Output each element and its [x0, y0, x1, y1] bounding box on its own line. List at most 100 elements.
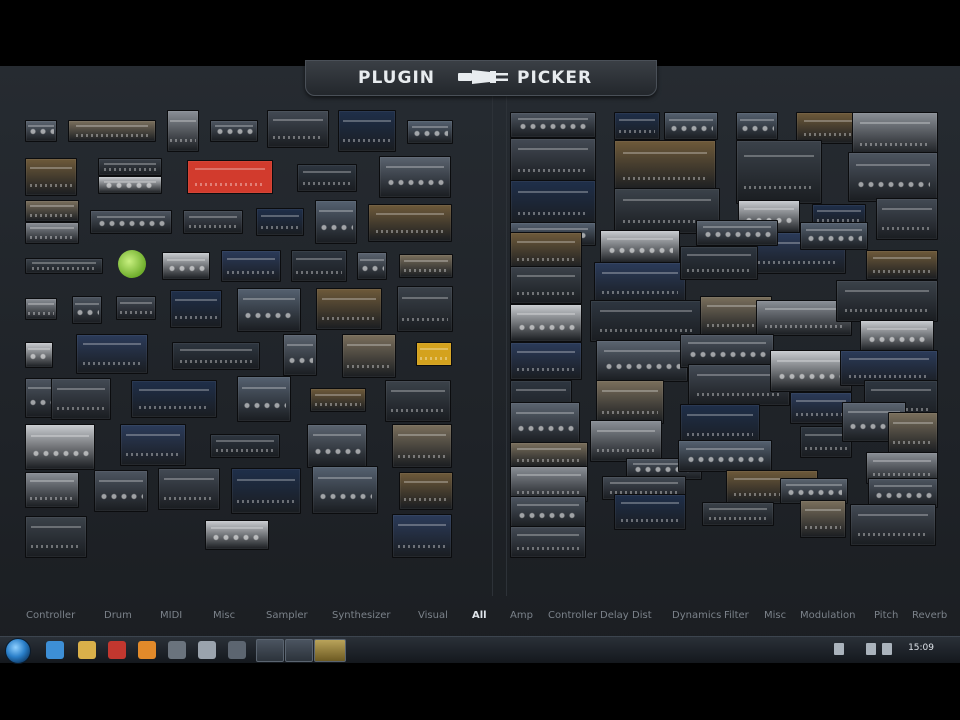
generator-plugin-thumbnail[interactable]: [357, 252, 387, 280]
effect-plugin-thumbnail[interactable]: [696, 220, 778, 246]
category-tab-misc-3[interactable]: Misc: [213, 610, 235, 621]
generator-plugin-thumbnail[interactable]: [267, 110, 329, 148]
tray-network-icon[interactable]: [834, 643, 844, 655]
effect-plugin-thumbnail[interactable]: [860, 320, 934, 352]
effect-plugin-thumbnail[interactable]: [888, 412, 938, 454]
category-tab-modulation-15[interactable]: Modulation: [800, 610, 856, 621]
generator-plugin-thumbnail[interactable]: [310, 388, 366, 412]
category-tab-controller-0[interactable]: Controller: [26, 610, 75, 621]
effect-plugin-thumbnail[interactable]: [510, 304, 582, 342]
generator-plugin-thumbnail[interactable]: [407, 120, 453, 144]
category-tab-misc-14[interactable]: Misc: [764, 610, 786, 621]
effect-plugin-thumbnail[interactable]: [852, 112, 938, 156]
start-orb-icon[interactable]: [5, 638, 31, 664]
effect-plugin-thumbnail[interactable]: [600, 230, 680, 264]
category-tab-delay-10[interactable]: Delay: [600, 610, 629, 621]
generator-plugin-thumbnail[interactable]: [25, 472, 79, 508]
generator-plugin-thumbnail[interactable]: [397, 286, 453, 332]
generator-plugin-thumbnail[interactable]: [167, 110, 199, 152]
effect-plugin-thumbnail[interactable]: [876, 198, 938, 240]
generator-plugin-thumbnail[interactable]: [307, 424, 367, 468]
effect-plugin-thumbnail[interactable]: [800, 500, 846, 538]
generator-plugin-thumbnail[interactable]: [221, 250, 281, 282]
generator-plugin-thumbnail[interactable]: [116, 296, 156, 320]
media-icon[interactable]: [108, 641, 126, 659]
generator-plugin-thumbnail[interactable]: [205, 520, 269, 550]
generator-plugin-thumbnail[interactable]: [237, 288, 301, 332]
generator-plugin-thumbnail[interactable]: [187, 160, 273, 194]
generator-plugin-thumbnail[interactable]: [316, 288, 382, 330]
generator-plugin-thumbnail[interactable]: [25, 298, 57, 320]
generator-plugin-thumbnail[interactable]: [25, 200, 79, 222]
generator-plugin-thumbnail[interactable]: [368, 204, 452, 242]
generator-plugin-thumbnail[interactable]: [98, 176, 162, 194]
green-mascot-icon[interactable]: [118, 250, 146, 278]
taskbar-window-button-2[interactable]: [285, 639, 313, 662]
generator-plugin-thumbnail[interactable]: [385, 380, 451, 422]
effect-plugin-thumbnail[interactable]: [848, 152, 938, 202]
effect-plugin-thumbnail[interactable]: [510, 402, 580, 444]
generator-plugin-thumbnail[interactable]: [25, 120, 57, 142]
fl-studio-icon[interactable]: [138, 641, 156, 659]
category-tab-controller-9[interactable]: Controller: [548, 610, 597, 621]
tray-speaker-icon[interactable]: [882, 643, 892, 655]
generator-plugin-thumbnail[interactable]: [68, 120, 156, 142]
category-tab-dynamics-12[interactable]: Dynamics: [672, 610, 721, 621]
generator-plugin-thumbnail[interactable]: [399, 472, 453, 510]
generator-plugin-thumbnail[interactable]: [315, 200, 357, 244]
effect-plugin-thumbnail[interactable]: [596, 380, 664, 424]
generator-plugin-thumbnail[interactable]: [342, 334, 396, 378]
ie-icon[interactable]: [46, 641, 64, 659]
effect-plugin-thumbnail[interactable]: [800, 222, 868, 250]
taskbar-window-button-3[interactable]: [314, 639, 346, 662]
generator-plugin-thumbnail[interactable]: [158, 468, 220, 510]
category-tab-dist-11[interactable]: Dist: [632, 610, 652, 621]
generator-plugin-thumbnail[interactable]: [210, 434, 280, 458]
taskbar-window-button-1[interactable]: [256, 639, 284, 662]
effect-plugin-thumbnail[interactable]: [614, 112, 660, 140]
generator-plugin-thumbnail[interactable]: [25, 342, 53, 368]
category-tab-pitch-16[interactable]: Pitch: [874, 610, 898, 621]
generator-plugin-thumbnail[interactable]: [25, 258, 103, 274]
folder-icon[interactable]: [78, 641, 96, 659]
category-tab-reverb-17[interactable]: Reverb: [912, 610, 947, 621]
generator-plugin-thumbnail[interactable]: [98, 158, 162, 176]
effect-plugin-thumbnail[interactable]: [510, 232, 582, 270]
generator-plugin-thumbnail[interactable]: [291, 250, 347, 282]
category-tab-drum-1[interactable]: Drum: [104, 610, 132, 621]
generator-plugin-thumbnail[interactable]: [183, 210, 243, 234]
effect-plugin-thumbnail[interactable]: [614, 140, 716, 192]
effect-plugin-thumbnail[interactable]: [836, 280, 938, 322]
generator-plugin-thumbnail[interactable]: [172, 342, 260, 370]
app-icon[interactable]: [168, 641, 186, 659]
category-tab-visual-6[interactable]: Visual: [418, 610, 448, 621]
generator-plugin-thumbnail[interactable]: [25, 424, 95, 470]
generator-plugin-thumbnail[interactable]: [231, 468, 301, 514]
shield-icon[interactable]: [198, 641, 216, 659]
effect-plugin-thumbnail[interactable]: [510, 138, 596, 182]
category-tab-all-7[interactable]: All: [472, 610, 487, 621]
effect-plugin-thumbnail[interactable]: [664, 112, 718, 140]
generator-plugin-thumbnail[interactable]: [399, 254, 453, 278]
generator-plugin-thumbnail[interactable]: [210, 120, 258, 142]
effect-plugin-thumbnail[interactable]: [510, 442, 588, 468]
effect-plugin-thumbnail[interactable]: [680, 246, 758, 280]
category-tab-amp-8[interactable]: Amp: [510, 610, 533, 621]
effect-plugin-thumbnail[interactable]: [510, 112, 596, 138]
effect-plugin-thumbnail[interactable]: [510, 342, 582, 380]
effect-plugin-thumbnail[interactable]: [702, 502, 774, 526]
effect-plugin-thumbnail[interactable]: [510, 526, 586, 558]
generator-plugin-thumbnail[interactable]: [416, 342, 452, 366]
generator-plugin-thumbnail[interactable]: [131, 380, 217, 418]
generator-plugin-thumbnail[interactable]: [25, 516, 87, 558]
effect-plugin-thumbnail[interactable]: [510, 496, 586, 528]
generator-plugin-thumbnail[interactable]: [162, 252, 210, 280]
effect-plugin-thumbnail[interactable]: [866, 250, 938, 280]
generator-plugin-thumbnail[interactable]: [338, 110, 396, 152]
generator-plugin-thumbnail[interactable]: [297, 164, 357, 192]
category-tab-sampler-4[interactable]: Sampler: [266, 610, 308, 621]
generator-plugin-thumbnail[interactable]: [120, 424, 186, 466]
generator-plugin-thumbnail[interactable]: [283, 334, 317, 376]
category-tab-midi-2[interactable]: MIDI: [160, 610, 182, 621]
generator-plugin-thumbnail[interactable]: [312, 466, 378, 514]
